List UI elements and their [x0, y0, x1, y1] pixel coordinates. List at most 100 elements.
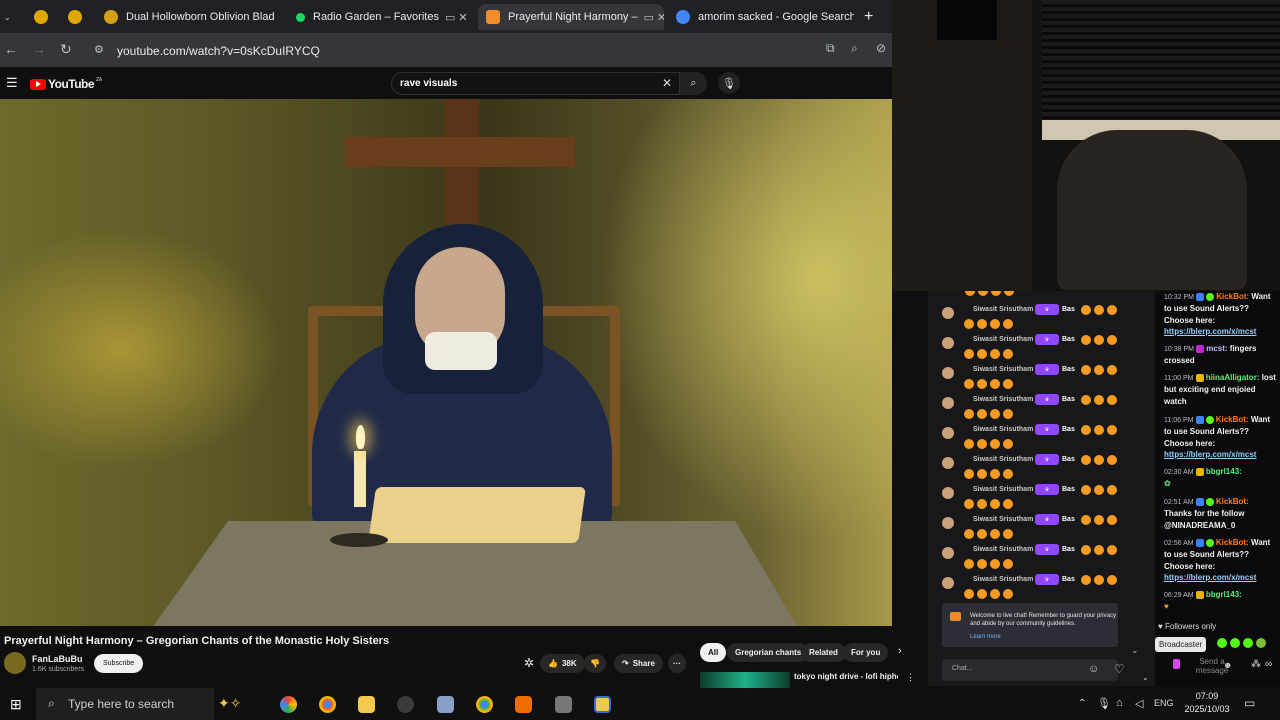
chat-username[interactable]: Siwasit Srisutham — [973, 306, 1033, 313]
network-icon[interactable]: ⌂ — [1116, 697, 1123, 709]
taskbar-search-box[interactable]: ⌕ Type here to search ✦✧ — [36, 688, 241, 720]
video-player[interactable] — [0, 99, 892, 626]
candle-image — [354, 451, 366, 507]
search-button[interactable]: ⌕ — [680, 72, 707, 95]
filter-pill-related[interactable]: Related — [801, 643, 846, 662]
chat-username[interactable]: Siwasit Srisutham — [973, 426, 1033, 433]
close-icon[interactable]: ✕ — [275, 11, 282, 24]
install-app-icon[interactable]: ⧉ — [826, 41, 835, 56]
user-avatar[interactable] — [942, 427, 954, 439]
user-avatar[interactable] — [942, 517, 954, 529]
close-icon[interactable]: ▭ ✕ — [638, 11, 664, 24]
chevron-down-icon[interactable]: ⌄ — [1142, 673, 1149, 682]
user-avatar[interactable] — [942, 487, 954, 499]
tab-dual-hollowborn[interactable]: Dual Hollowborn Oblivion Blad✕ — [96, 4, 282, 30]
zoom-icon[interactable]: ⌕ — [851, 41, 858, 56]
heart-emote-icon — [977, 589, 987, 599]
chrome-icon[interactable] — [319, 696, 336, 713]
sparkle-icon[interactable]: ✲ — [524, 656, 534, 670]
member-badge-icon: ♛ — [1035, 334, 1059, 345]
recommendation-thumbnail[interactable] — [700, 672, 790, 688]
chat-username[interactable]: Siwasit Srisutham — [973, 546, 1033, 553]
search-input[interactable]: rave visuals — [391, 72, 680, 95]
heart-icon[interactable]: ♡ — [1114, 662, 1125, 676]
steam-icon[interactable] — [397, 696, 414, 713]
user-avatar[interactable] — [942, 457, 954, 469]
learn-more-link[interactable]: Learn more — [970, 634, 1001, 640]
clock[interactable]: 07:09 2025/10/03 — [1180, 690, 1234, 716]
chat-username[interactable]: Siwasit Srisutham — [973, 486, 1033, 493]
chat-username[interactable]: Siwasit Srisutham — [973, 396, 1033, 403]
filter-pill-for-you[interactable]: For you — [843, 643, 889, 662]
voice-search-button[interactable]: 🎙 — [718, 72, 740, 94]
heart-emote-icon — [964, 559, 974, 569]
search-icon: ⌕ — [690, 77, 697, 89]
tab-list-button[interactable]: ⌄ — [0, 4, 24, 30]
emoji-icon[interactable]: ☺ — [1088, 663, 1099, 675]
emote-bar[interactable] — [1217, 638, 1266, 648]
chevron-down-icon[interactable]: ⌄ — [1131, 645, 1139, 656]
dislike-button[interactable]: 👎 — [584, 654, 606, 673]
chevron-up-icon[interactable]: ⌃ — [1078, 698, 1086, 709]
chat-username[interactable]: Siwasit Srisutham — [973, 456, 1033, 463]
chat-username[interactable]: Siwasit Srisutham — [973, 516, 1033, 523]
file-explorer-icon[interactable] — [358, 696, 375, 713]
like-button[interactable]: 👍 38K — [540, 654, 585, 673]
eye-off-icon[interactable]: ⊘ — [876, 41, 886, 55]
app-icon[interactable] — [594, 696, 611, 713]
blerp-link[interactable]: https://blerp.com/x/mcst — [1164, 573, 1256, 582]
tab-radio-garden[interactable]: Radio Garden – Favorites ▭ ✕ — [288, 4, 472, 30]
more-actions-button[interactable]: ··· — [668, 654, 686, 673]
app-icon[interactable] — [555, 696, 572, 713]
tab-pinned-2[interactable] — [60, 4, 92, 30]
notification-icon[interactable]: ▭ — [1244, 696, 1255, 710]
tab-pinned-1[interactable] — [26, 4, 58, 30]
forward-icon[interactable]: → — [32, 41, 46, 57]
mic-icon[interactable]: 🎙 — [1097, 697, 1111, 710]
chat-username[interactable]: Siwasit Srisutham — [973, 576, 1033, 583]
more-vert-icon[interactable]: ⋮ — [906, 672, 915, 683]
tab-prayerful-night[interactable]: Prayerful Night Harmony – ▭ ✕ — [478, 4, 664, 30]
subscribe-button[interactable]: Subscribe — [94, 654, 144, 673]
blerp-link[interactable]: https://blerp.com/x/mcst — [1164, 327, 1256, 336]
broadcaster-badge-icon[interactable] — [1173, 659, 1180, 669]
new-tab-button[interactable]: + — [856, 4, 884, 30]
site-info-icon[interactable]: ⚙ — [94, 43, 104, 56]
menu-icon[interactable]: ☰ — [6, 75, 18, 91]
gift-icon[interactable]: ⁂ — [1251, 659, 1261, 670]
copilot-icon[interactable] — [280, 696, 297, 713]
user-avatar[interactable] — [942, 397, 954, 409]
emote-row — [1081, 395, 1117, 405]
user-avatar[interactable] — [942, 547, 954, 559]
youtube-logo[interactable]: YouTube ZA — [30, 77, 102, 91]
back-icon[interactable]: ← — [4, 41, 18, 57]
windows-start-icon[interactable]: ⊞ — [10, 696, 22, 713]
tab-google-search[interactable]: amorim sacked - Google Search✕ — [668, 4, 854, 30]
user-avatar[interactable] — [942, 337, 954, 349]
obs-icon[interactable] — [515, 696, 532, 713]
clear-search-icon[interactable]: ✕ — [662, 76, 672, 90]
chevron-right-icon[interactable]: › — [898, 645, 902, 657]
blerp-link[interactable]: https://blerp.com/x/mcst — [1164, 450, 1256, 459]
chat-username[interactable]: Siwasit Srisutham — [973, 366, 1033, 373]
language-indicator[interactable]: ENG — [1154, 698, 1174, 708]
channel-name[interactable]: FanLaBuBu — [32, 654, 83, 664]
user-avatar[interactable] — [942, 307, 954, 319]
link-icon[interactable]: ∞ — [1265, 659, 1272, 670]
address-bar[interactable]: youtube.com/watch?v=0sKcDuIRYCQ — [117, 44, 320, 58]
channel-subscribers: 1.6K subscribers — [32, 666, 85, 673]
volume-icon[interactable]: ◁ — [1135, 697, 1143, 710]
close-icon[interactable]: ▭ ✕ — [439, 11, 468, 24]
user-avatar[interactable] — [942, 367, 954, 379]
chrome-profile-icon[interactable] — [476, 696, 493, 713]
share-button[interactable]: ↷ Share — [614, 654, 663, 673]
user-avatar[interactable] — [942, 577, 954, 589]
filter-pill-gregorian[interactable]: Gregorian chants — [727, 643, 810, 662]
filter-pill-all[interactable]: All — [700, 643, 727, 662]
paint-icon[interactable] — [437, 696, 454, 713]
channel-avatar[interactable] — [4, 652, 26, 674]
emoji-icon[interactable]: ☻ — [1223, 660, 1232, 670]
chat-username[interactable]: Siwasit Srisutham — [973, 336, 1033, 343]
reload-icon[interactable]: ↻ — [60, 41, 72, 58]
recommendation-title[interactable]: tokyo night drive - lofi hiphop + chill … — [794, 672, 898, 684]
